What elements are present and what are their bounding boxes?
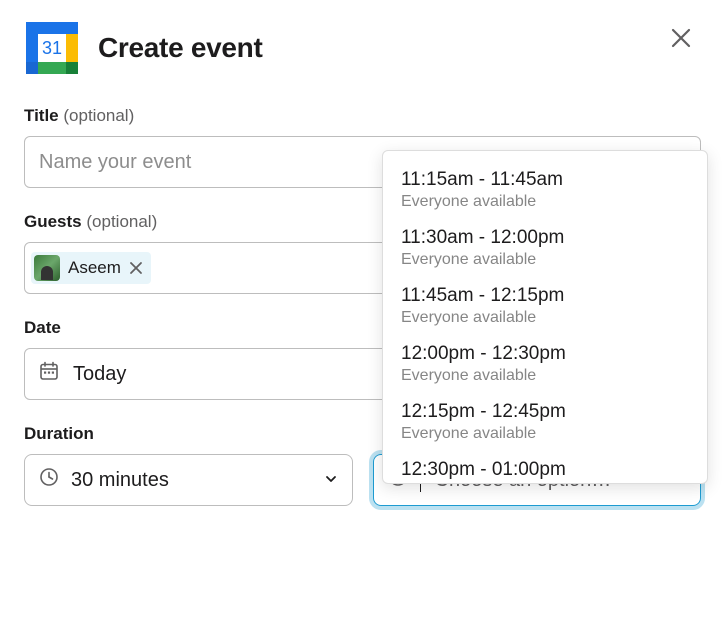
time-option-label: 11:45am - 12:15pm (401, 285, 689, 307)
time-option-availability: Everyone available (401, 193, 689, 211)
close-icon (670, 27, 692, 49)
guests-optional-text: (optional) (86, 212, 157, 231)
duration-field: Duration 30 minutes (24, 424, 353, 506)
time-option[interactable]: 12:00pm - 12:30pm Everyone available (383, 335, 707, 393)
guest-name: Aseem (68, 258, 121, 278)
time-option[interactable]: 12:30pm - 01:00pm (383, 451, 707, 481)
title-label-text: Title (24, 106, 59, 125)
date-value: Today (73, 363, 126, 386)
dialog-header: 31 Create event (24, 20, 701, 76)
time-option[interactable]: 11:45am - 12:15pm Everyone available (383, 277, 707, 335)
time-option[interactable]: 11:15am - 11:45am Everyone available (383, 161, 707, 219)
close-button[interactable] (667, 24, 695, 52)
svg-text:31: 31 (42, 38, 62, 58)
remove-guest-button[interactable] (129, 261, 143, 275)
time-option-availability: Everyone available (401, 251, 689, 269)
calendar-icon (39, 361, 59, 387)
close-icon (129, 261, 143, 275)
time-option-label: 11:30am - 12:00pm (401, 227, 689, 249)
time-option[interactable]: 12:15pm - 12:45pm Everyone available (383, 393, 707, 451)
time-option-label: 12:15pm - 12:45pm (401, 401, 689, 423)
time-options-dropdown: 11:15am - 11:45amEveryone available11:30… (382, 150, 708, 484)
clock-icon (39, 467, 59, 493)
time-option-availability: Everyone available (401, 425, 689, 443)
avatar (34, 255, 60, 281)
time-option-label: 12:30pm - 01:00pm (401, 459, 689, 481)
chevron-down-icon (324, 469, 338, 492)
title-label: Title (optional) (24, 106, 701, 126)
duration-value: 30 minutes (71, 469, 169, 492)
dialog-title: Create event (98, 32, 262, 64)
time-option-label: 12:00pm - 12:30pm (401, 343, 689, 365)
guests-label-text: Guests (24, 212, 82, 231)
time-option-availability: Everyone available (401, 309, 689, 327)
time-option-availability: Everyone available (401, 367, 689, 385)
duration-label: Duration (24, 424, 353, 444)
time-option[interactable]: 11:30am - 12:00pm Everyone available (383, 219, 707, 277)
google-calendar-icon: 31 (24, 20, 80, 76)
guest-chip: Aseem (31, 252, 151, 284)
time-option-label: 11:15am - 11:45am (401, 169, 689, 191)
duration-select[interactable]: 30 minutes (24, 454, 353, 506)
title-optional-text: (optional) (63, 106, 134, 125)
